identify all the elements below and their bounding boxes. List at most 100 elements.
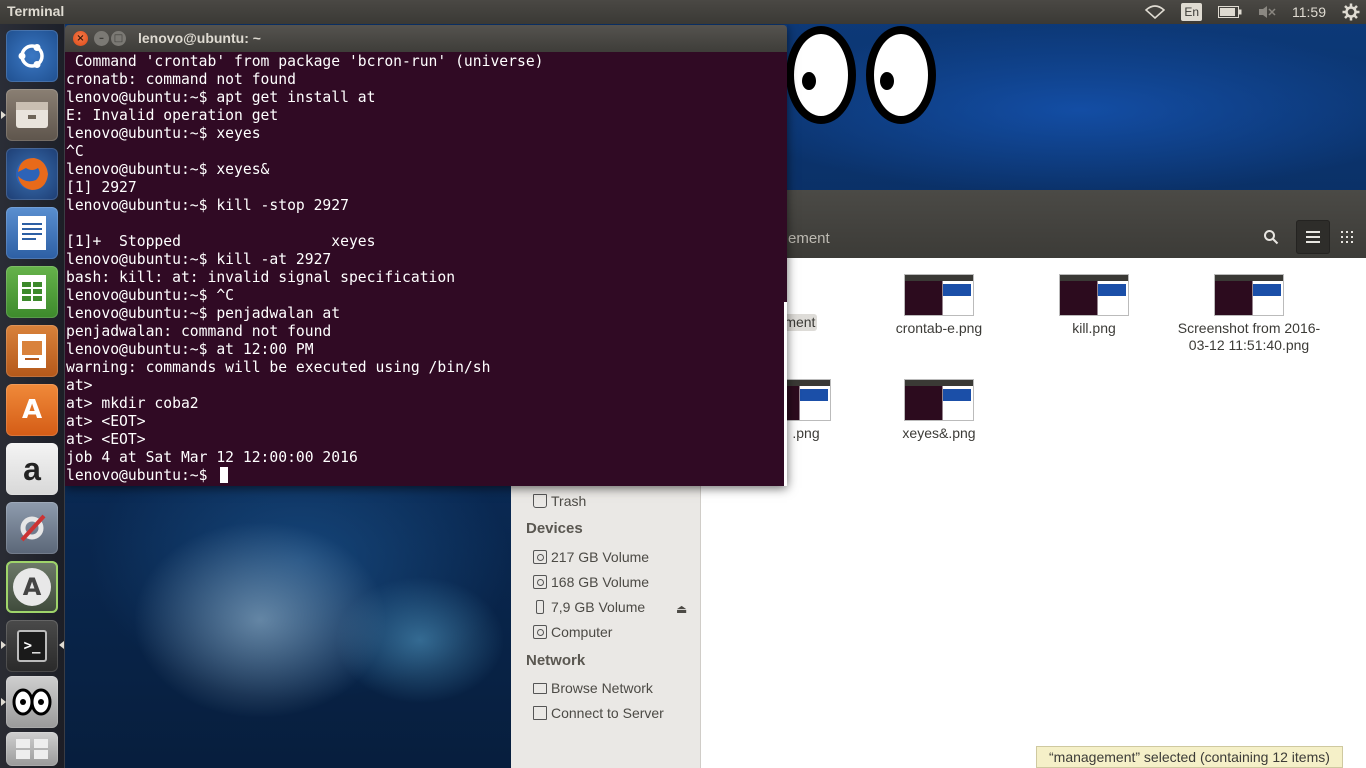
sidebar-item-7gb-volume[interactable]: 7,9 GB Volume xyxy=(533,599,645,615)
system-settings-icon xyxy=(20,514,46,542)
firefox-launcher-button[interactable] xyxy=(6,148,58,200)
close-button[interactable]: × xyxy=(73,31,88,46)
terminal-line: E: Invalid operation get xyxy=(66,107,279,124)
xeyes-window[interactable] xyxy=(786,22,946,130)
software-center-icon: A xyxy=(21,395,43,425)
minimize-icon: – xyxy=(99,32,104,44)
sidebar-item-168gb-volume[interactable]: 168 GB Volume xyxy=(533,574,649,590)
terminal-cursor xyxy=(220,467,229,483)
list-view-button[interactable] xyxy=(1296,220,1330,254)
terminal-body[interactable]: Command 'crontab' from package 'bcron-ru… xyxy=(65,52,787,486)
search-icon xyxy=(1264,230,1279,245)
terminal-line: warning: commands will be executed using… xyxy=(66,359,491,376)
terminal-launcher-button[interactable]: >_ xyxy=(6,620,58,672)
search-button[interactable] xyxy=(1254,220,1288,254)
terminal-line: [1] 2927 xyxy=(66,179,137,196)
terminal-line: lenovo@ubuntu:~$ kill -at 2927 xyxy=(66,251,332,268)
volume-muted-icon xyxy=(1259,6,1276,18)
grid-view-button[interactable] xyxy=(1330,220,1364,254)
launcher: A a A >_ xyxy=(0,24,65,768)
workspace-switcher-icon xyxy=(16,739,48,759)
list-view-icon xyxy=(1306,231,1320,243)
left-eye xyxy=(786,26,856,124)
sidebar-item-217gb-volume[interactable]: 217 GB Volume xyxy=(533,549,649,565)
server-icon xyxy=(533,706,547,720)
terminal-scrollbar[interactable] xyxy=(784,302,787,486)
image-thumbnail xyxy=(904,379,974,421)
running-indicator xyxy=(1,641,6,649)
amazon-launcher-button[interactable]: a xyxy=(6,443,58,495)
terminal-line: Command 'crontab' from package 'bcron-ru… xyxy=(66,53,544,70)
network-icon xyxy=(533,682,547,694)
battery-icon xyxy=(1218,6,1242,18)
sidebar-item-browse-network[interactable]: Browse Network xyxy=(533,680,653,696)
file-item-screenshot[interactable]: Screenshot from 2016-03-12 11:51:40.png xyxy=(1174,274,1324,354)
indicator-area: En 11:59 xyxy=(1145,0,1366,24)
ubuntu-dash-button[interactable] xyxy=(6,30,58,82)
terminal-line: bash: kill: at: invalid signal specifica… xyxy=(66,269,456,286)
drive-icon xyxy=(533,575,547,589)
usb-drive-icon xyxy=(536,600,544,614)
file-item-kill[interactable]: kill.png xyxy=(1019,274,1169,337)
terminal-line: lenovo@ubuntu:~$ xeyes xyxy=(66,125,261,142)
close-icon: × xyxy=(76,32,85,44)
terminal-line: lenovo@ubuntu:~$ xeyes& xyxy=(66,161,270,178)
terminal-line: lenovo@ubuntu:~$ at 12:00 PM xyxy=(66,341,314,358)
file-item-crontab[interactable]: crontab-e.png xyxy=(864,274,1014,337)
software-updater-icon: A xyxy=(13,568,51,606)
impress-launcher-button[interactable] xyxy=(6,325,58,377)
calc-launcher-button[interactable] xyxy=(6,266,58,318)
eject-icon[interactable]: ⏏ xyxy=(676,602,687,616)
minimize-button[interactable]: – xyxy=(94,31,109,46)
terminal-line: lenovo@ubuntu:~$ xyxy=(66,467,544,485)
terminal-titlebar[interactable]: × – □ lenovo@ubuntu: ~ xyxy=(65,25,787,52)
network-heading: Network xyxy=(526,652,586,669)
drive-icon xyxy=(533,550,547,564)
right-pupil xyxy=(880,72,894,90)
grid-view-icon xyxy=(1341,231,1353,243)
libreoffice-calc-icon xyxy=(18,275,46,309)
keyboard-layout-icon: En xyxy=(1181,3,1202,21)
xeyes-launcher-button[interactable] xyxy=(6,676,58,728)
focused-indicator xyxy=(59,641,64,649)
sidebar-item-computer[interactable]: Computer xyxy=(533,624,612,640)
terminal-line: at> xyxy=(66,377,93,394)
terminal-line: ^C xyxy=(66,143,84,160)
wifi-indicator[interactable] xyxy=(1145,0,1166,24)
gear-icon xyxy=(1342,3,1360,21)
firefox-icon xyxy=(16,158,48,190)
files-launcher-button[interactable] xyxy=(6,89,58,141)
terminal-line: at> <EOT> xyxy=(66,413,146,430)
image-thumbnail xyxy=(1059,274,1129,316)
status-bar: “management” selected (containing 12 ite… xyxy=(1036,746,1343,768)
writer-launcher-button[interactable] xyxy=(6,207,58,259)
amazon-icon: a xyxy=(23,450,41,487)
terminal-line: cronatb: command not found xyxy=(66,71,296,88)
files-icon xyxy=(16,102,48,128)
terminal-window[interactable]: × – □ lenovo@ubuntu: ~ Command 'crontab'… xyxy=(65,25,787,486)
left-pupil xyxy=(802,72,816,90)
maximize-button[interactable]: □ xyxy=(111,31,126,46)
workspace-switcher-button[interactable] xyxy=(6,732,58,766)
trash-icon xyxy=(533,494,547,508)
terminal-line: lenovo@ubuntu:~$ kill -stop 2927 xyxy=(66,197,349,214)
terminal-icon: >_ xyxy=(16,630,48,662)
session-indicator[interactable] xyxy=(1342,0,1360,24)
settings-launcher-button[interactable] xyxy=(6,502,58,554)
updater-launcher-button[interactable]: A xyxy=(6,561,58,613)
software-center-button[interactable]: A xyxy=(6,384,58,436)
sidebar-item-trash[interactable]: Trash xyxy=(533,493,586,509)
terminal-line: penjadwalan: command not found xyxy=(66,323,332,340)
maximize-icon: □ xyxy=(113,32,124,44)
battery-indicator[interactable] xyxy=(1218,0,1242,24)
terminal-line: [1]+ Stopped xeyes xyxy=(66,233,376,250)
volume-indicator[interactable] xyxy=(1258,0,1276,24)
file-item-xeyes[interactable]: xeyes&.png xyxy=(864,379,1014,442)
wifi-icon xyxy=(1145,5,1166,19)
keyboard-indicator[interactable]: En xyxy=(1181,0,1202,24)
terminal-line: at> mkdir coba2 xyxy=(66,395,199,412)
sidebar-item-connect-to-server[interactable]: Connect to Server xyxy=(533,705,664,721)
breadcrumb[interactable]: ement xyxy=(788,230,830,247)
terminal-line: lenovo@ubuntu:~$ ^C xyxy=(66,287,235,304)
clock[interactable]: 11:59 xyxy=(1292,0,1326,24)
